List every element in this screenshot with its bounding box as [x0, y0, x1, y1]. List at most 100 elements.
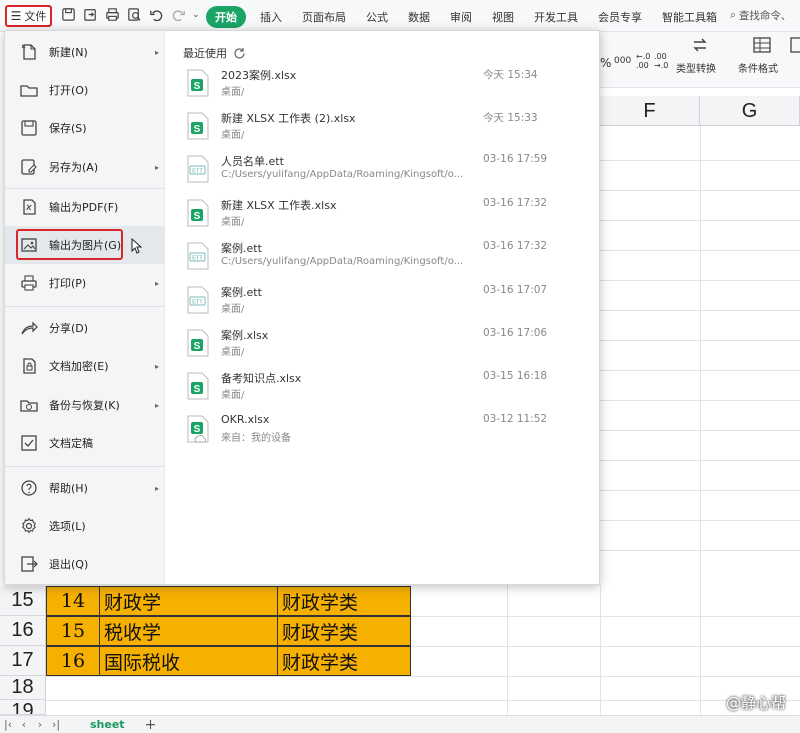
tab-view[interactable]: 视图: [482, 6, 524, 28]
cell-no[interactable]: 15: [46, 616, 100, 646]
file-name: 2023案例.xlsx: [221, 69, 297, 82]
column-header-g[interactable]: G: [700, 96, 800, 126]
file-time: 03-16 17:59: [483, 153, 548, 165]
menu-item-label: 新建(N): [49, 46, 88, 59]
menu-item-encrypt[interactable]: 文档加密(E) ▸: [5, 347, 165, 385]
menu-item-options[interactable]: 选项(L): [5, 507, 165, 545]
cell-major[interactable]: 税收学: [99, 616, 278, 646]
table-style-icon[interactable]: [790, 36, 800, 54]
cell-category[interactable]: 财政学类: [277, 646, 411, 676]
share-icon: [21, 321, 38, 335]
cell-no[interactable]: 14: [46, 586, 100, 616]
conditional-format-icon[interactable]: [752, 36, 772, 54]
tab-insert[interactable]: 插入: [250, 6, 292, 28]
file-path: 桌面/: [221, 87, 245, 98]
watermark: @静心帮: [726, 692, 786, 713]
recent-file-item[interactable]: S 2023案例.xlsx 桌面/ 今天 15:34: [187, 65, 587, 105]
menu-item-save[interactable]: 保存(S): [5, 109, 165, 147]
backup-icon: [20, 400, 38, 412]
svg-text:S: S: [194, 424, 201, 435]
tab-smart-toolbox[interactable]: 智能工具箱: [652, 6, 727, 28]
submenu-arrow-icon: ▸: [154, 400, 159, 410]
recent-file-item[interactable]: ETT 案例.ett C:/Users/yulifang/AppData/Roa…: [187, 238, 587, 278]
sheet-tab[interactable]: sheet: [90, 718, 125, 731]
file-name: 案例.ett: [221, 286, 262, 299]
thousands-icon[interactable]: 000: [614, 56, 631, 66]
file-path: 桌面/: [221, 130, 245, 141]
menu-item-help[interactable]: 帮助(H) ▸: [5, 469, 165, 507]
decimal-increase-icon[interactable]: ←.0.00: [636, 52, 650, 70]
command-search[interactable]: ⌕ 查找命令、: [730, 8, 791, 23]
tab-page-layout[interactable]: 页面布局: [292, 6, 356, 28]
menu-item-backup[interactable]: 备份与恢复(K) ▸: [5, 386, 165, 424]
qat-dropdown-icon[interactable]: ⌄: [192, 10, 200, 20]
menu-item-save-as[interactable]: 另存为(A) ▸: [5, 148, 165, 186]
menu-item-open[interactable]: 打开(O): [5, 71, 165, 109]
refresh-icon[interactable]: [233, 47, 246, 60]
ett-file-icon: ETT: [187, 155, 209, 183]
menu-item-label: 输出为PDF(F): [49, 201, 119, 214]
percent-icon[interactable]: %: [600, 56, 611, 70]
recent-file-item[interactable]: S 新建 XLSX 工作表 (2).xlsx 桌面/ 今天 15:33: [187, 108, 587, 148]
tab-developer[interactable]: 开发工具: [524, 6, 588, 28]
print-icon[interactable]: [104, 6, 121, 23]
menu-item-export-image[interactable]: 输出为图片(G): [5, 226, 165, 264]
save-as-icon: [21, 159, 37, 175]
menu-item-finalize[interactable]: 文档定稿: [5, 424, 165, 462]
decimal-decrease-icon[interactable]: .00 →.0: [654, 52, 668, 70]
lock-icon: [23, 358, 36, 374]
save-icon[interactable]: [60, 6, 77, 23]
recent-file-item[interactable]: S 新建 XLSX 工作表.xlsx 桌面/ 03-16 17:32: [187, 195, 587, 235]
menu-item-print[interactable]: 打印(P) ▸: [5, 264, 165, 302]
menu-item-share[interactable]: 分享(D): [5, 309, 165, 347]
undo-icon[interactable]: [148, 6, 165, 23]
file-menu-button[interactable]: ☰ 文件: [5, 5, 52, 27]
row-header-15[interactable]: 15: [0, 586, 46, 616]
recent-file-item[interactable]: S OKR.xlsx 来自：我的设备 03-12 11:52: [187, 411, 587, 451]
file-time: 03-16 17:32: [483, 240, 548, 252]
menu-item-label: 文档加密(E): [49, 360, 109, 373]
conditional-format-label[interactable]: 条件格式: [738, 60, 778, 75]
tab-data[interactable]: 数据: [398, 6, 440, 28]
menu-item-exit[interactable]: 退出(Q): [5, 545, 165, 583]
row-header-18[interactable]: 18: [0, 676, 46, 700]
type-convert-icon[interactable]: [690, 36, 710, 54]
cell-category[interactable]: 财政学类: [277, 586, 411, 616]
cell-major[interactable]: 财政学: [99, 586, 278, 616]
next-sheet-icon[interactable]: ›: [32, 718, 48, 731]
tab-formulas[interactable]: 公式: [356, 6, 398, 28]
cell-no[interactable]: 16: [46, 646, 100, 676]
row-header-19[interactable]: 19: [0, 700, 46, 715]
prev-sheet-icon[interactable]: ‹: [16, 718, 32, 731]
add-sheet-button[interactable]: +: [145, 717, 157, 733]
tab-membership[interactable]: 会员专享: [588, 6, 652, 28]
redo-icon[interactable]: [170, 6, 187, 23]
recent-file-item[interactable]: ETT 案例.ett 桌面/ 03-16 17:07: [187, 282, 587, 322]
row-header-16[interactable]: 16: [0, 616, 46, 646]
ribbon-tools-panel: % 000 ←.0.00 .00 →.0 类型转换 条件格式: [600, 32, 800, 88]
export-icon[interactable]: [82, 6, 99, 23]
recent-file-item[interactable]: S 案例.xlsx 桌面/ 03-16 17:06: [187, 325, 587, 365]
sheet-tab-bar: |‹ ‹ › ›| sheet +: [0, 715, 800, 733]
cell-major[interactable]: 国际税收: [99, 646, 278, 676]
submenu-arrow-icon: ▸: [154, 162, 159, 172]
tab-review[interactable]: 审阅: [440, 6, 482, 28]
file-time: 03-16 17:06: [483, 327, 548, 339]
recent-file-item[interactable]: ETT 人员名单.ett C:/Users/yulifang/AppData/R…: [187, 151, 587, 191]
first-sheet-icon[interactable]: |‹: [0, 718, 16, 731]
row-header-17[interactable]: 17: [0, 646, 46, 676]
cell-category[interactable]: 财政学类: [277, 616, 411, 646]
menu-item-export-pdf[interactable]: 输出为PDF(F): [5, 188, 165, 226]
print-preview-icon[interactable]: [126, 6, 143, 23]
type-convert-label[interactable]: 类型转换: [676, 60, 716, 75]
tab-home[interactable]: 开始: [206, 6, 246, 28]
menu-item-label: 另存为(A): [49, 161, 99, 174]
gridline: [507, 585, 508, 715]
file-path: 桌面/: [221, 390, 245, 401]
column-header-f[interactable]: F: [600, 96, 700, 126]
menu-item-new[interactable]: 新建(N) ▸: [5, 33, 165, 71]
ett-file-icon: ETT: [187, 286, 209, 314]
menu-item-label: 保存(S): [49, 122, 87, 135]
last-sheet-icon[interactable]: ›|: [48, 718, 64, 731]
recent-file-item[interactable]: S 备考知识点.xlsx 桌面/ 03-15 16:18: [187, 368, 587, 408]
